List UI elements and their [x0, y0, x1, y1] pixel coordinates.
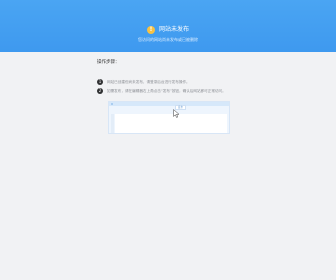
- illustration-panel: [115, 114, 227, 133]
- step-text: 如需发布，请在编辑器右上角点击“发布”按钮，确认后网站即可正常访问。: [107, 88, 226, 93]
- illustration-topbar: [109, 102, 229, 106]
- step-number: 1: [97, 79, 103, 85]
- steps-heading: 操作步骤：: [97, 60, 120, 65]
- page-subtitle: 您访问的网站尚未发布或已被删除: [138, 37, 198, 42]
- cursor-icon: [173, 109, 180, 118]
- illustration-sidebar: [111, 114, 114, 133]
- step-item: 2 如需发布，请在编辑器右上角点击“发布”按钮，确认后网站即可正常访问。: [97, 88, 226, 94]
- page: ! 网站未发布 您访问的网站尚未发布或已被删除 操作步骤： 1 网站已创建但尚未…: [0, 0, 336, 280]
- page-title: 网站未发布: [158, 26, 189, 33]
- warning-icon: !: [146, 26, 155, 34]
- step-item: 1 网站已创建但尚未发布，请登录后台进行发布操作。: [97, 79, 190, 85]
- illustration-dot: [111, 103, 113, 105]
- header-title-row: ! 网站未发布: [0, 25, 336, 35]
- header-banner: ! 网站未发布 您访问的网站尚未发布或已被删除: [0, 0, 336, 52]
- step-number: 2: [97, 88, 103, 94]
- publish-illustration: 发布: [108, 101, 230, 134]
- step-text: 网站已创建但尚未发布，请登录后台进行发布操作。: [107, 79, 190, 84]
